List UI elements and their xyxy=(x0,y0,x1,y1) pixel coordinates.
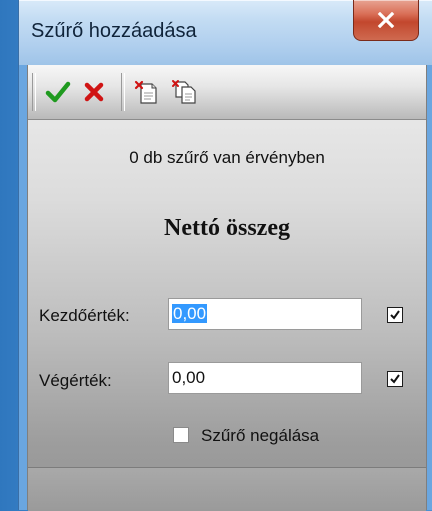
copy-documents-icon xyxy=(172,80,196,104)
toolbar-separator xyxy=(121,73,125,111)
green-checkmark-icon xyxy=(45,81,71,103)
end-value-enable-checkbox[interactable] xyxy=(387,371,403,387)
checkmark-icon xyxy=(390,310,400,320)
negate-filter-checkbox[interactable] xyxy=(173,427,189,443)
title-bar[interactable]: Szűrő hozzáadása xyxy=(19,0,432,65)
active-filter-count: 0 db szűrő van érvényben xyxy=(129,148,325,167)
end-value-text: 0,00 xyxy=(172,368,206,387)
status-bar xyxy=(28,467,426,511)
start-value-enable-checkbox[interactable] xyxy=(387,307,403,323)
new-filter-button[interactable] xyxy=(129,74,165,110)
dialog-content: 0 db szűrő van érvényben Nettó összeg Ke… xyxy=(27,65,427,511)
negate-filter-label: Szűrő negálása xyxy=(201,426,320,445)
copy-filter-button[interactable] xyxy=(167,74,203,110)
window-title: Szűrő hozzáadása xyxy=(31,20,197,42)
toolbar-grip xyxy=(32,73,36,111)
close-icon xyxy=(377,12,395,28)
start-value-input[interactable]: 0,00 xyxy=(168,298,362,330)
start-value-label: Kezdőérték: xyxy=(39,306,130,325)
field-name-heading: Nettó összeg xyxy=(164,215,290,241)
end-value-input[interactable]: 0,00 xyxy=(168,362,362,394)
new-document-icon xyxy=(134,80,157,104)
toolbar xyxy=(28,65,426,120)
checkmark-icon xyxy=(390,374,400,384)
accept-button[interactable] xyxy=(40,74,76,110)
dialog-window: Szűrő hozzáadása 0 db szűrő van érvénybe… xyxy=(18,0,432,511)
cancel-button[interactable] xyxy=(76,74,112,110)
end-value-label: Végérték: xyxy=(39,371,112,390)
red-x-icon xyxy=(84,82,104,102)
start-value-text: 0,00 xyxy=(172,304,208,323)
close-button[interactable] xyxy=(353,0,419,41)
